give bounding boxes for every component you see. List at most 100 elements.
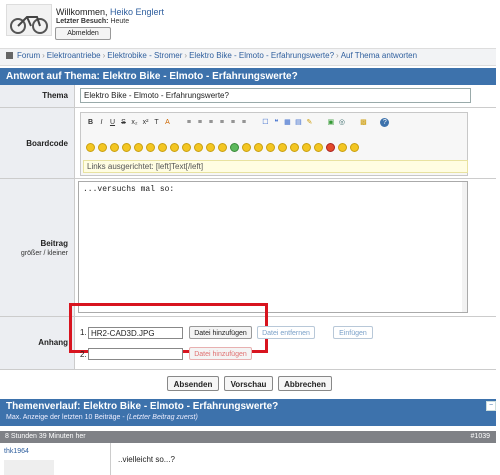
breadcrumb-item-forum[interactable]: Forum [17, 51, 40, 60]
post-body: ..vielleicht so...? [118, 455, 175, 464]
breadcrumb-item-reply[interactable]: Auf Thema antworten [341, 51, 417, 60]
username-link[interactable]: Heiko Englert [110, 7, 164, 17]
underline-button[interactable]: U [108, 118, 117, 127]
preview-button[interactable]: Vorschau [224, 376, 273, 391]
last-visit: Letzter Besuch: Heute [56, 18, 129, 25]
boardcode-label: Boardcode [26, 139, 68, 148]
remove-file-button[interactable]: Datei entfernen [257, 326, 315, 339]
history-subtitle-note: (Letzter Beitrag zuerst) [126, 414, 198, 421]
smiley-icon[interactable] [206, 143, 215, 152]
list-number-button[interactable]: ≡ [195, 118, 204, 127]
breadcrumb-item-thread[interactable]: Elektro Bike - Elmoto - Erfahrungswerte? [189, 51, 334, 60]
format-toolbar: B I U Sx₂ x² T A ≡ ≡ ≡ ≡ ≡ ≡ ☐ ❝ ▦ ▤ ✎ ▣ ◎ ▩ ? [86, 117, 391, 127]
smiley-icon[interactable] [254, 143, 263, 152]
smiley-icon[interactable] [182, 143, 191, 152]
strike-button[interactable]: S [119, 118, 128, 127]
thema-input[interactable]: Elektro Bike - Elmoto - Erfahrungswerte? [80, 88, 471, 103]
cancel-button[interactable]: Abbrechen [278, 376, 332, 391]
font-size-button[interactable]: T [152, 118, 161, 127]
smiley-icon[interactable] [122, 143, 131, 152]
post-author[interactable]: thk1964 [4, 448, 29, 455]
breadcrumb-separator: › [42, 51, 45, 60]
font-color-button[interactable]: A [163, 118, 172, 127]
breadcrumb: Forum › Elektroantriebe › Elektrobike - Stro… [17, 51, 417, 60]
attachment-label: Anhang [38, 338, 68, 347]
attachment-icon[interactable]: ▩ [359, 118, 368, 127]
align-center-button[interactable]: ≡ [217, 118, 226, 127]
code-button[interactable]: ☐ [261, 118, 270, 127]
table-button[interactable]: ▦ [283, 118, 292, 127]
smiley-icon[interactable] [170, 143, 179, 152]
list-bullet-button[interactable]: ≡ [184, 118, 193, 127]
smiley-icon[interactable] [278, 143, 287, 152]
form-title-bar: Antwort auf Thema: Elektro Bike - Elmoto… [0, 68, 496, 85]
resize-links[interactable]: größer / kleiner [0, 250, 68, 257]
subscript-button[interactable]: x₂ [130, 118, 139, 127]
smiley-icon[interactable] [266, 143, 275, 152]
edit-icon[interactable]: ✎ [305, 118, 314, 127]
breadcrumb-square-icon [6, 52, 13, 59]
attachment-2-field[interactable] [88, 348, 183, 360]
search-icon[interactable]: ◎ [337, 118, 346, 127]
add-file-button-2[interactable]: Datei hinzufügen [189, 347, 252, 360]
attachment-label-cell: Anhang [0, 317, 75, 369]
smiley-icon[interactable] [338, 143, 347, 152]
smiley-icon[interactable] [146, 143, 155, 152]
align-justify-button[interactable]: ≡ [239, 118, 248, 127]
smiley-icon[interactable] [98, 143, 107, 152]
textarea-scrollbar[interactable] [462, 182, 467, 312]
smiley-icon[interactable] [110, 143, 119, 152]
smiley-icon[interactable] [86, 143, 95, 152]
bold-button[interactable]: B [86, 118, 95, 127]
smiley-icon[interactable] [194, 143, 203, 152]
site-logo [6, 4, 52, 36]
smiley-icon[interactable] [158, 143, 167, 152]
superscript-button[interactable]: x² [141, 118, 150, 127]
smiley-icon[interactable] [326, 143, 335, 152]
add-file-button[interactable]: Datei hinzufügen [189, 326, 252, 339]
send-button[interactable]: Absenden [167, 376, 219, 391]
smiley-icon[interactable] [290, 143, 299, 152]
welcome-prefix: Willkommen, [56, 7, 111, 17]
attachment-1-field[interactable]: HR2-CAD3D.JPG [88, 327, 183, 339]
post-number[interactable]: #1039 [471, 431, 490, 443]
last-visit-label: Letzter Besuch: [56, 18, 109, 25]
breadcrumb-separator: › [336, 51, 339, 60]
align-right-button[interactable]: ≡ [228, 118, 237, 127]
history-title: Themenverlauf: Elektro Bike - Elmoto - E… [6, 401, 279, 412]
post-time-bar: 8 Stunden 39 Minuten her #1039 [0, 431, 496, 443]
message-textarea[interactable]: ...versuchs mal so: [78, 181, 468, 313]
collapse-icon[interactable]: − [486, 401, 496, 411]
help-icon[interactable]: ? [380, 118, 390, 127]
italic-button[interactable]: I [97, 118, 106, 127]
align-hint: Links ausgerichtet: [left]Text[/left] [83, 160, 468, 173]
boardcode-label-cell: Boardcode [0, 108, 75, 178]
thema-label-cell: Thema [0, 85, 75, 107]
smiley-icon[interactable] [242, 143, 251, 152]
breadcrumb-item-elektroantriebe[interactable]: Elektroantriebe [47, 51, 101, 60]
smiley-icon[interactable] [302, 143, 311, 152]
welcome-text: Willkommen, Heiko Englert [56, 7, 164, 17]
quote-button[interactable]: ❝ [272, 118, 281, 127]
attachment-1-number: 1. [80, 328, 87, 337]
smiley-icon[interactable] [350, 143, 359, 152]
smiley-icon[interactable] [218, 143, 227, 152]
post-divider [110, 443, 111, 475]
smiley-bar [86, 143, 362, 154]
insert-button[interactable]: Einfügen [333, 326, 373, 339]
smiley-icon[interactable] [134, 143, 143, 152]
page-title: Antwort auf Thema: Elektro Bike - Elmoto… [6, 71, 298, 82]
align-left-button[interactable]: ≡ [206, 118, 215, 127]
history-subtitle-text: Max. Anzeige der letzten 10 Beiträge - [6, 414, 127, 421]
smiley-icon[interactable] [314, 143, 323, 152]
post-time: 8 Stunden 39 Minuten her [5, 433, 86, 440]
beitrag-label-cell: Beitrag [0, 179, 75, 316]
logout-button[interactable]: Abmelden [55, 27, 111, 40]
beitrag-label: Beitrag [40, 239, 68, 248]
media-button[interactable]: ▣ [326, 118, 335, 127]
smiley-icon[interactable] [230, 143, 239, 152]
image-button[interactable]: ▤ [294, 118, 303, 127]
history-subtitle: Max. Anzeige der letzten 10 Beiträge - (… [6, 414, 198, 421]
breadcrumb-item-stromer[interactable]: Elektrobike - Stromer [107, 51, 182, 60]
avatar [4, 460, 54, 475]
